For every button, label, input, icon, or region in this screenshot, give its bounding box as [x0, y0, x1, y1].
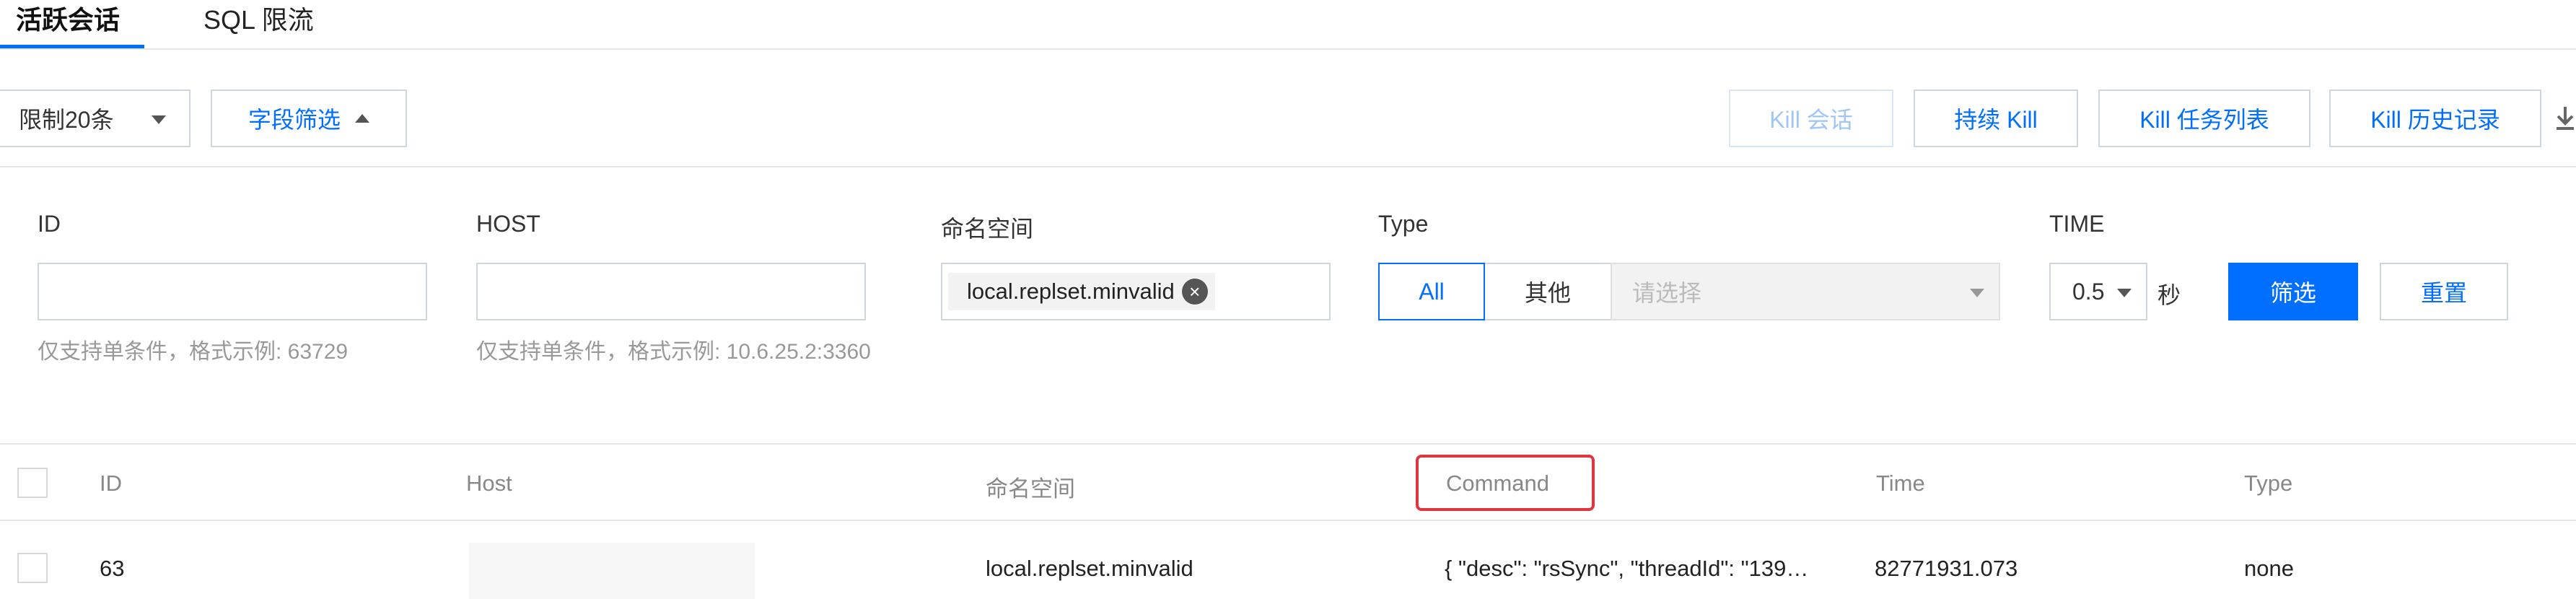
- row-checkbox[interactable]: [17, 553, 48, 583]
- time-select[interactable]: 0.5: [2049, 263, 2147, 320]
- host-input[interactable]: [476, 263, 866, 320]
- header-divider: [0, 520, 2576, 521]
- column-header-host[interactable]: Host: [466, 471, 512, 497]
- time-select-value: 0.5: [2072, 278, 2105, 305]
- kill-history-button[interactable]: Kill 历史记录: [2329, 89, 2541, 147]
- field-filter-label: 字段筛选: [247, 107, 341, 133]
- close-icon[interactable]: ×: [1181, 279, 1208, 305]
- chevron-down-icon: [152, 115, 166, 124]
- id-hint: 仅支持单条件，格式示例: 63729: [38, 340, 349, 364]
- column-header-type[interactable]: Type: [2244, 471, 2292, 497]
- tab-active-sessions[interactable]: 活跃会话: [16, 4, 120, 36]
- column-header-namespace[interactable]: 命名空间: [986, 471, 1075, 503]
- host-hint: 仅支持单条件，格式示例: 10.6.25.2:3360: [476, 340, 871, 364]
- id-label: ID: [38, 211, 61, 237]
- row-command[interactable]: { "desc": "rsSync", "threadId": "139…: [1445, 556, 1808, 582]
- tabs-divider: [0, 48, 2576, 50]
- row-type: none: [2244, 556, 2294, 581]
- kill-task-list-button[interactable]: Kill 任务列表: [2098, 89, 2310, 147]
- time-label: TIME: [2049, 211, 2105, 237]
- filter-button[interactable]: 筛选: [2228, 263, 2358, 320]
- column-header-id[interactable]: ID: [100, 471, 122, 497]
- continuous-kill-button[interactable]: 持续 Kill: [1914, 89, 2078, 147]
- type-all-button[interactable]: All: [1378, 263, 1485, 320]
- namespace-input[interactable]: local.replset.minvalid ×: [941, 263, 1331, 320]
- chevron-up-icon: [355, 114, 369, 123]
- limit-select-value: 限制20条: [19, 107, 114, 133]
- row-id: 63: [100, 556, 125, 581]
- toolbar-divider: [0, 166, 2576, 167]
- time-unit: 秒: [2157, 282, 2181, 308]
- download-icon[interactable]: [2554, 104, 2576, 133]
- namespace-label: 命名空间: [941, 216, 1034, 242]
- filter-divider: [0, 443, 2576, 445]
- type-select-placeholder: 请选择: [1632, 280, 1702, 306]
- column-header-time[interactable]: Time: [1876, 471, 1925, 497]
- chevron-down-icon: [1970, 289, 1984, 297]
- namespace-tag-label: local.replset.minvalid: [967, 279, 1175, 304]
- type-select[interactable]: 请选择: [1611, 263, 2000, 320]
- kill-session-button[interactable]: Kill 会话: [1729, 89, 1893, 147]
- namespace-tag: local.replset.minvalid ×: [948, 273, 1215, 310]
- limit-select[interactable]: 限制20条: [0, 89, 190, 147]
- select-all-checkbox[interactable]: [17, 468, 48, 498]
- tab-sql-throttling[interactable]: SQL 限流: [203, 4, 314, 36]
- row-namespace: local.replset.minvalid: [986, 556, 1193, 581]
- type-label: Type: [1378, 211, 1429, 237]
- type-other-button[interactable]: 其他: [1485, 263, 1612, 320]
- id-input[interactable]: [38, 263, 427, 320]
- host-redacted-area: [469, 543, 755, 599]
- field-filter-button[interactable]: 字段筛选: [211, 89, 407, 147]
- reset-button[interactable]: 重置: [2380, 263, 2508, 320]
- column-header-command[interactable]: Command: [1446, 471, 1549, 497]
- chevron-down-icon: [2117, 289, 2132, 297]
- row-time: 82771931.073: [1875, 556, 2018, 581]
- host-label: HOST: [476, 211, 540, 237]
